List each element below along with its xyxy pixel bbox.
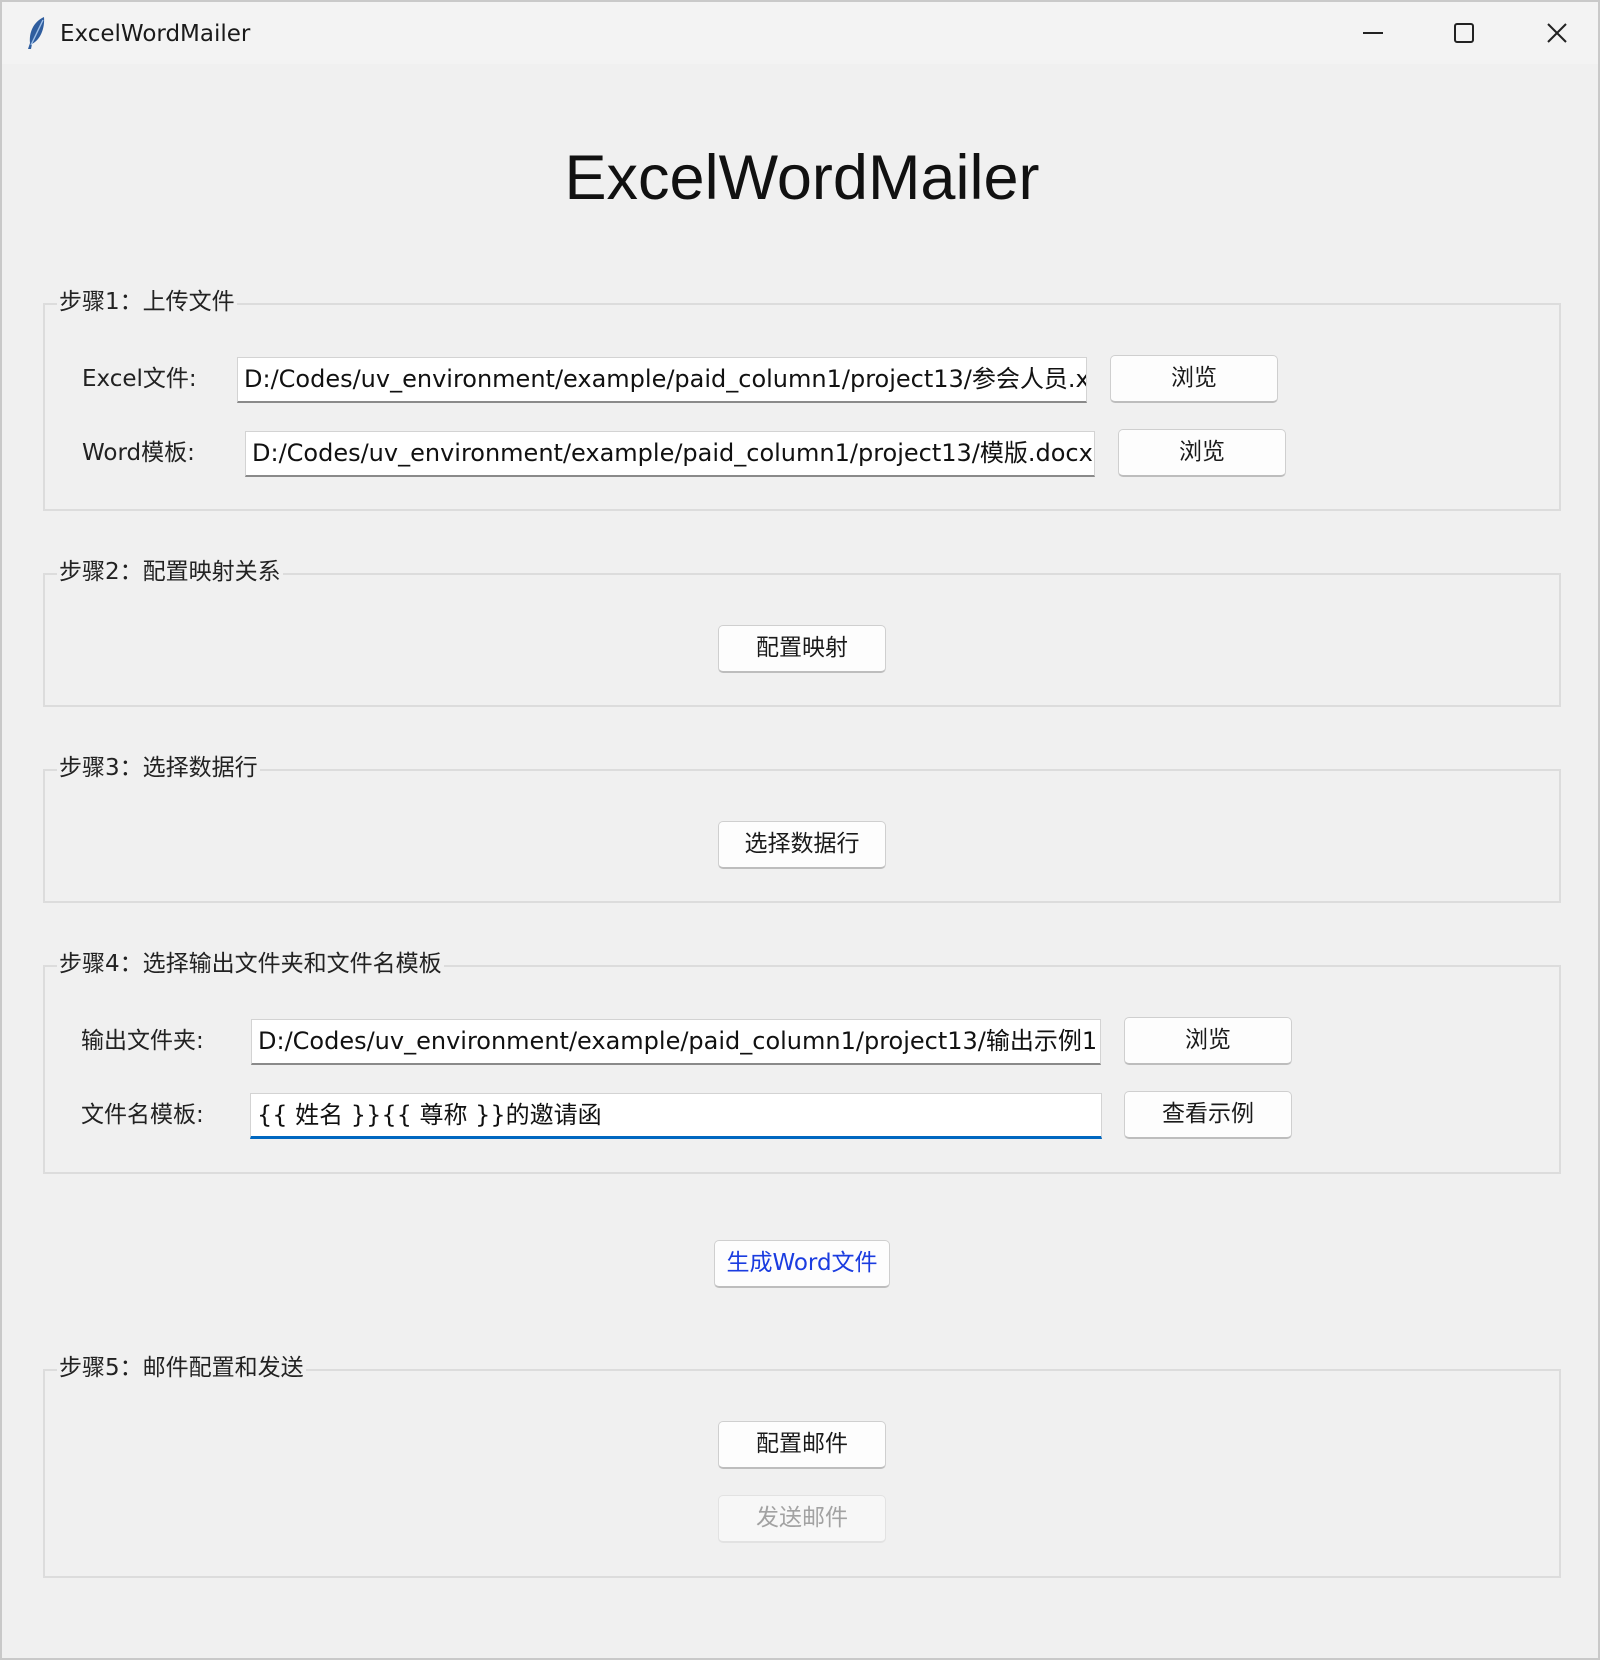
filename-template-value: {{ 姓名 }}{{ 尊称 }}的邀请函 [257,1101,602,1129]
word-template-label: Word模板: [82,440,195,466]
word-template-value: D:/Codes/uv_environment/example/paid_col… [252,439,1093,467]
filename-template-label: 文件名模板: [81,1102,204,1128]
text-caret [258,1136,260,1139]
title-bar: ExcelWordMailer [2,2,1598,64]
step3-title: 步骤3：选择数据行 [57,751,260,785]
step4-title: 步骤4：选择输出文件夹和文件名模板 [57,947,444,981]
view-example-button[interactable]: 查看示例 [1124,1091,1292,1139]
excel-file-field[interactable]: D:/Codes/uv_environment/example/paid_col… [237,357,1087,403]
window-title: ExcelWordMailer [60,21,251,47]
maximize-button[interactable] [1417,2,1509,64]
close-button[interactable] [1510,2,1602,64]
maximize-icon [1454,23,1474,43]
step5-title: 步骤5：邮件配置和发送 [57,1351,306,1385]
configure-email-button[interactable]: 配置邮件 [718,1421,886,1469]
filename-template-input[interactable]: {{ 姓名 }}{{ 尊称 }}的邀请函 [250,1093,1102,1139]
step1-title: 步骤1：上传文件 [57,285,237,319]
configure-mapping-button[interactable]: 配置映射 [718,625,886,673]
select-rows-button[interactable]: 选择数据行 [718,821,886,869]
excel-file-value: D:/Codes/uv_environment/example/paid_col… [244,365,1087,393]
step1-group: 步骤1：上传文件 [43,285,1561,511]
word-browse-button[interactable]: 浏览 [1118,429,1286,477]
feather-icon [28,17,45,49]
minimize-button[interactable] [1326,2,1418,64]
close-icon [1547,23,1567,43]
minimize-icon [1363,32,1383,34]
excel-browse-button[interactable]: 浏览 [1110,355,1278,403]
send-email-button[interactable]: 发送邮件 [718,1495,886,1543]
step4-group: 步骤4：选择输出文件夹和文件名模板 [43,947,1561,1174]
step2-title: 步骤2：配置映射关系 [57,555,283,589]
app-window: ExcelWordMailer ExcelWordMailer 步骤1：上传文件… [0,0,1600,1660]
generate-word-button[interactable]: 生成Word文件 [714,1240,890,1288]
excel-file-label: Excel文件: [82,366,197,392]
output-folder-label: 输出文件夹: [81,1028,204,1054]
word-template-field[interactable]: D:/Codes/uv_environment/example/paid_col… [245,431,1095,477]
output-folder-value: D:/Codes/uv_environment/example/paid_col… [258,1027,1098,1055]
output-folder-field[interactable]: D:/Codes/uv_environment/example/paid_col… [251,1019,1101,1065]
output-browse-button[interactable]: 浏览 [1124,1017,1292,1065]
step5-group: 步骤5：邮件配置和发送 [43,1351,1561,1578]
page-title: ExcelWordMailer [564,143,1040,213]
